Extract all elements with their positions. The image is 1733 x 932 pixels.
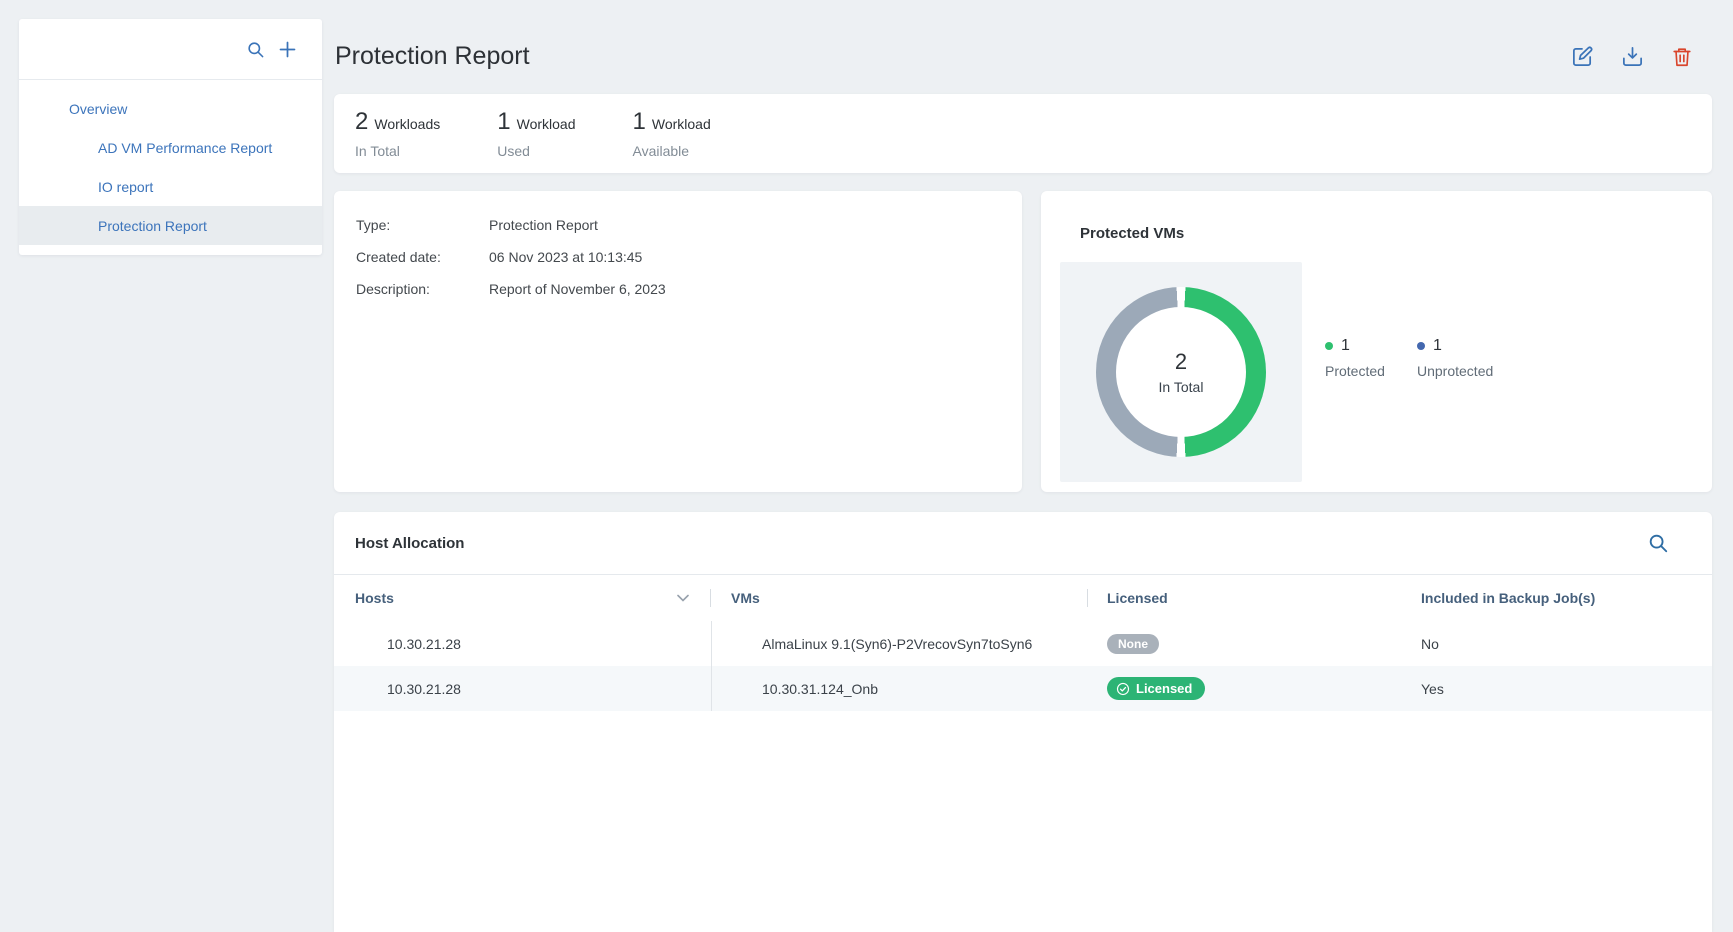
stat-value: 2 — [355, 108, 368, 136]
detail-value: Protection Report — [489, 215, 598, 236]
table-row: 10.30.21.28 AlmaLinux 9.1(Syn6)-P2Vrecov… — [334, 621, 1712, 666]
stat-value: 1 — [497, 108, 510, 136]
donut-total-label: In Total — [1159, 379, 1204, 395]
report-details-card: Type: Protection Report Created date: 06… — [334, 191, 1022, 492]
license-status-label: Licensed — [1136, 681, 1192, 696]
column-header-licensed: Licensed — [1088, 575, 1402, 621]
included-cell: No — [1402, 621, 1712, 666]
stat-value: 1 — [633, 108, 646, 136]
donut-total-value: 2 — [1175, 349, 1187, 375]
license-status-badge: None — [1107, 634, 1159, 654]
legend-item-unprotected: 1 Unprotected — [1417, 337, 1493, 379]
sidebar-toolbar — [19, 19, 322, 80]
detail-value: Report of November 6, 2023 — [489, 279, 666, 300]
detail-row-type: Type: Protection Report — [356, 215, 1022, 236]
unprotected-label: Unprotected — [1417, 363, 1493, 379]
protected-vms-title: Protected VMs — [1080, 225, 1184, 242]
detail-row-description: Description: Report of November 6, 2023 — [356, 279, 1022, 300]
table-header-row: Hosts VMs Licensed Included in Backup Jo… — [334, 575, 1712, 621]
vm-cell: 10.30.31.124_Onb — [711, 666, 1088, 711]
host-cell: 10.30.21.28 — [334, 621, 711, 666]
stat-used-workloads: 1 Workload Used — [497, 108, 575, 159]
stat-unit: Workload — [652, 116, 711, 132]
host-allocation-header: Host Allocation — [334, 512, 1712, 575]
report-nav: Overview AD VM Performance Report IO rep… — [19, 80, 322, 245]
delete-report-icon[interactable] — [1671, 46, 1693, 68]
stat-total-workloads: 2 Workloads In Total — [355, 108, 440, 159]
column-label: Licensed — [1107, 590, 1168, 606]
sidebar-item-protection-report[interactable]: Protection Report — [19, 206, 322, 245]
protected-vms-card: Protected VMs 2 In Total 1 Protected 1 U… — [1041, 191, 1712, 492]
stat-available-workloads: 1 Workload Available — [633, 108, 711, 159]
stat-caption: Used — [497, 143, 575, 159]
unprotected-legend-dot — [1417, 342, 1425, 350]
protected-label: Protected — [1325, 363, 1391, 379]
column-label: Included in Backup Job(s) — [1421, 590, 1595, 606]
edit-report-icon[interactable] — [1571, 45, 1594, 68]
column-header-hosts[interactable]: Hosts — [334, 575, 711, 621]
sidebar-item-io-report[interactable]: IO report — [19, 167, 322, 206]
protected-count: 1 — [1341, 337, 1350, 355]
column-label: VMs — [731, 590, 760, 606]
legend-item-protected: 1 Protected — [1325, 337, 1391, 379]
sidebar-item-overview[interactable]: Overview — [19, 89, 322, 128]
check-circle-icon — [1116, 682, 1130, 696]
column-label: Hosts — [355, 590, 394, 606]
search-icon[interactable] — [246, 40, 265, 59]
protected-vms-legend: 1 Protected 1 Unprotected — [1325, 337, 1493, 379]
stat-caption: In Total — [355, 143, 440, 159]
stat-unit: Workloads — [374, 116, 440, 132]
protected-vms-chart-box: 2 In Total — [1060, 262, 1302, 482]
detail-value: 06 Nov 2023 at 10:13:45 — [489, 247, 642, 268]
licensed-cell: Licensed — [1088, 666, 1402, 711]
sidebar-item-ad-vm-performance-report[interactable]: AD VM Performance Report — [19, 128, 322, 167]
licensed-cell: None — [1088, 621, 1402, 666]
column-header-included-in-backup-jobs: Included in Backup Job(s) — [1402, 575, 1712, 621]
detail-row-created-date: Created date: 06 Nov 2023 at 10:13:45 — [356, 247, 1022, 268]
table-search-icon[interactable] — [1647, 532, 1669, 554]
table-row: 10.30.21.28 10.30.31.124_Onb Licensed Ye… — [334, 666, 1712, 711]
detail-label: Type: — [356, 215, 489, 236]
license-status-badge: Licensed — [1107, 677, 1205, 700]
add-report-icon[interactable] — [277, 39, 298, 60]
stat-caption: Available — [633, 143, 711, 159]
column-header-vms: VMs — [711, 575, 1088, 621]
protected-vms-donut-chart: 2 In Total — [1096, 287, 1266, 457]
host-allocation-card: Host Allocation Hosts VMs Licensed Inclu… — [334, 512, 1712, 932]
donut-center: 2 In Total — [1096, 287, 1266, 457]
chevron-down-icon[interactable] — [677, 594, 689, 602]
unprotected-count: 1 — [1433, 337, 1442, 355]
download-report-icon[interactable] — [1621, 45, 1644, 68]
protection-report-page: { "colors": { "accent_blue": "#3a73b8", … — [0, 0, 1733, 924]
stat-unit: Workload — [517, 116, 576, 132]
included-cell: Yes — [1402, 666, 1712, 711]
host-cell: 10.30.21.28 — [334, 666, 711, 711]
protected-legend-dot — [1325, 342, 1333, 350]
report-sidebar: Overview AD VM Performance Report IO rep… — [19, 19, 322, 255]
detail-label: Created date: — [356, 247, 489, 268]
header-actions — [1571, 45, 1693, 68]
detail-label: Description: — [356, 279, 489, 300]
workloads-summary-card: 2 Workloads In Total 1 Workload Used 1 W… — [334, 94, 1712, 173]
host-allocation-title: Host Allocation — [355, 535, 464, 552]
page-title: Protection Report — [335, 42, 530, 71]
vm-cell: AlmaLinux 9.1(Syn6)-P2VrecovSyn7toSyn6 — [711, 621, 1088, 666]
